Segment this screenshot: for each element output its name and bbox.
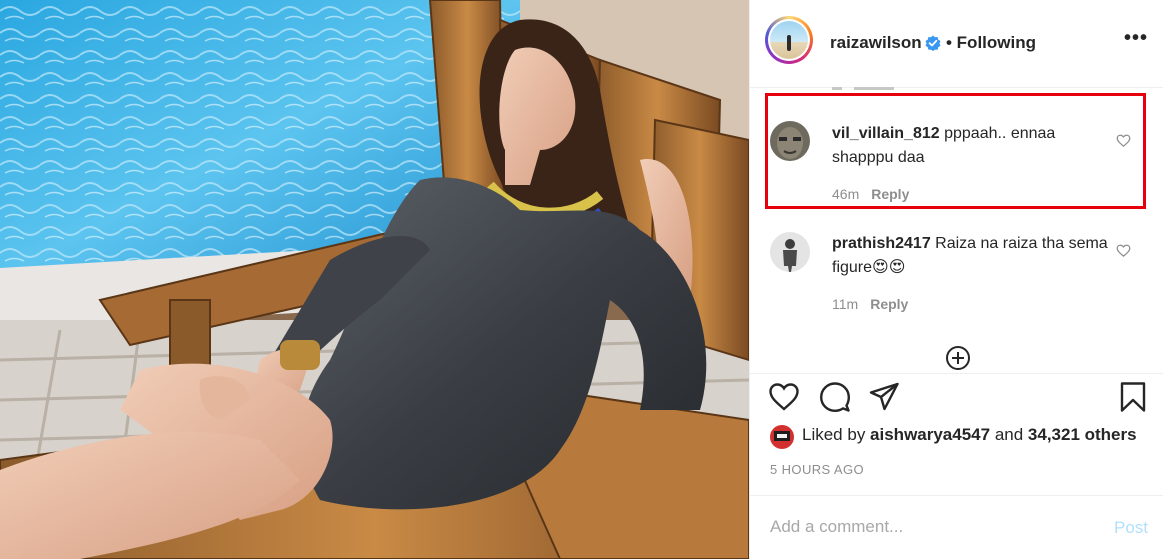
share-icon[interactable]: [868, 381, 900, 413]
reply-button[interactable]: Reply: [870, 296, 908, 312]
load-more-comments-icon[interactable]: [945, 345, 971, 371]
more-options-icon[interactable]: •••: [1124, 27, 1148, 50]
add-comment-input[interactable]: [768, 514, 1092, 540]
comment-time: 11m: [832, 296, 859, 312]
like-comment-heart-icon[interactable]: [1116, 243, 1131, 258]
heart-icon[interactable]: [768, 381, 800, 413]
author-username[interactable]: raizawilson: [830, 33, 922, 53]
comment-highlight-box: [765, 93, 1146, 209]
likes-summary: Liked by aishwarya4547 and 34,321 others: [802, 425, 1137, 445]
comment-username[interactable]: prathish2417: [832, 235, 931, 252]
comment-meta: 11m Reply: [832, 296, 908, 312]
likes-middle: and: [990, 425, 1028, 444]
commenter-avatar[interactable]: [770, 232, 810, 272]
post-timestamp[interactable]: 5 HOURS AGO: [770, 462, 864, 477]
liker-username[interactable]: aishwarya4547: [870, 425, 990, 444]
likes-count[interactable]: 34,321 others: [1028, 425, 1137, 444]
author-avatar[interactable]: [765, 16, 813, 64]
comment-icon[interactable]: [819, 381, 851, 413]
action-bar: [750, 373, 1163, 412]
add-comment-bar: Post: [750, 495, 1163, 559]
post-detail-panel: raizawilson • Following ••• vil_villain_…: [749, 0, 1163, 559]
post-photo[interactable]: [0, 0, 749, 559]
post-header: raizawilson • Following •••: [750, 0, 1163, 88]
comment-body: prathish2417 Raiza na raiza tha sema fig…: [832, 232, 1112, 280]
verified-badge-icon: [925, 35, 941, 51]
bookmark-icon[interactable]: [1117, 381, 1149, 413]
liker-avatar[interactable]: [770, 425, 794, 449]
previous-comment-fragment: [832, 82, 902, 90]
likes-prefix: Liked by: [802, 425, 871, 444]
following-button[interactable]: • Following: [946, 33, 1036, 53]
post-image-illustration: [0, 0, 749, 559]
comment-emoji: 😍😍: [872, 259, 906, 276]
post-comment-button[interactable]: Post: [1114, 518, 1148, 538]
